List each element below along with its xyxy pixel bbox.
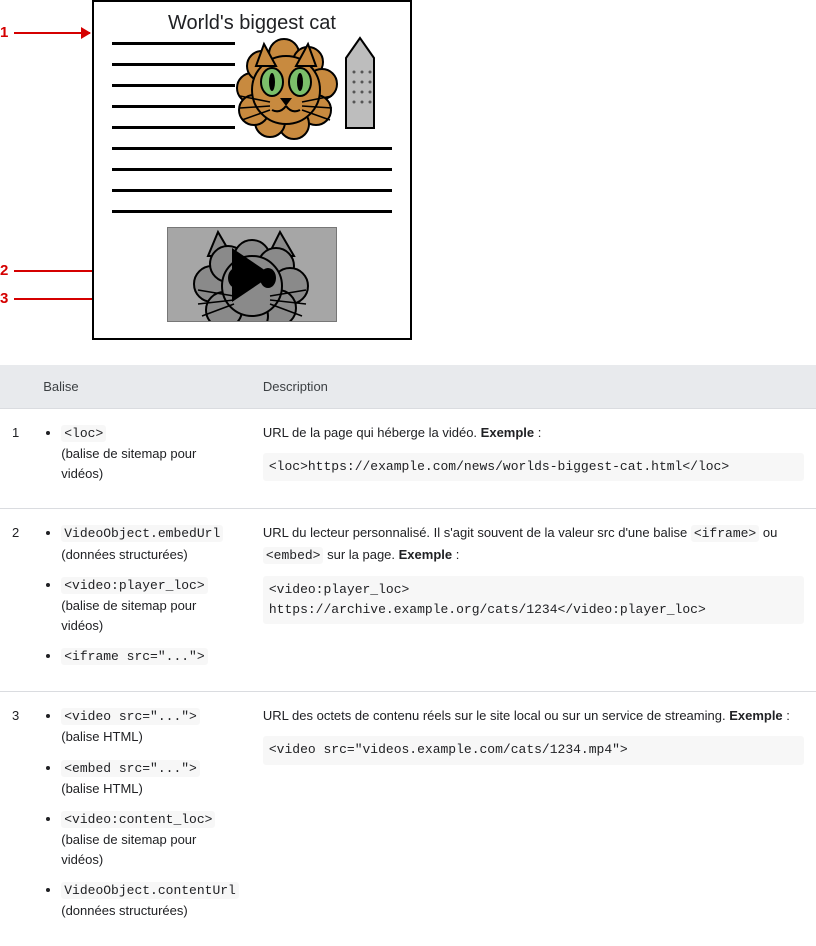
description-text: URL du lecteur personnalisé. Il s'agit s…	[263, 525, 691, 540]
annotation-2-number: 2	[0, 262, 14, 279]
description-text: URL des octets de contenu réels sur le s…	[263, 708, 729, 723]
inline-code: <iframe>	[691, 525, 759, 542]
list-item: <video:player_loc> (balise de sitemap po…	[61, 575, 239, 636]
table-row: 1 <loc> (balise de sitemap pour vidéos) …	[0, 409, 816, 509]
row-number: 2	[0, 509, 31, 692]
tag-sublabel: (balise de sitemap pour vidéos)	[61, 598, 196, 633]
example-code: <video:player_loc> https://archive.examp…	[263, 576, 804, 624]
tag-list: <video src="..."> (balise HTML) <embed s…	[43, 706, 239, 921]
list-item: VideoObject.embedUrl (données structurée…	[61, 523, 239, 564]
annotation-1-number: 1	[0, 24, 14, 41]
tag-code: VideoObject.contentUrl	[61, 882, 239, 899]
article-illustration	[222, 30, 392, 140]
list-item: <loc> (balise de sitemap pour vidéos)	[61, 423, 239, 484]
tag-code: <video src="...">	[61, 708, 200, 725]
column-header-tag: Balise	[31, 365, 251, 409]
row-number: 1	[0, 409, 31, 509]
tag-sublabel: (balise HTML)	[61, 729, 143, 744]
column-header-number	[0, 365, 31, 409]
arrow-icon	[14, 32, 90, 34]
example-label: Exemple	[729, 708, 782, 723]
tag-code: <video:content_loc>	[61, 811, 215, 828]
list-item: VideoObject.contentUrl (données structur…	[61, 880, 239, 921]
annotation-3-number: 3	[0, 290, 14, 307]
tag-sublabel: (balise de sitemap pour vidéos)	[61, 446, 196, 481]
tag-sublabel: (balise de sitemap pour vidéos)	[61, 832, 196, 867]
list-item: <video src="..."> (balise HTML)	[61, 706, 239, 747]
tag-code: VideoObject.embedUrl	[61, 525, 223, 542]
description-cell: URL de la page qui héberge la vidéo. Exe…	[251, 409, 816, 509]
example-label: Exemple	[399, 547, 452, 562]
tag-list: VideoObject.embedUrl (données structurée…	[43, 523, 239, 667]
tag-sublabel: (données structurées)	[61, 903, 187, 918]
example-label: Exemple	[481, 425, 534, 440]
tag-sublabel: (balise HTML)	[61, 781, 143, 796]
tag-code: <video:player_loc>	[61, 577, 207, 594]
inline-code: <embed>	[263, 547, 324, 564]
tag-code: <iframe src="...">	[61, 648, 207, 665]
cat-icon	[237, 39, 337, 139]
description-cell: URL des octets de contenu réels sur le s…	[251, 692, 816, 946]
reference-table: Balise Description 1 <loc> (balise de si…	[0, 365, 816, 946]
column-header-description: Description	[251, 365, 816, 409]
table-row: 3 <video src="..."> (balise HTML) <embed…	[0, 692, 816, 946]
tag-code: <embed src="...">	[61, 760, 200, 777]
diagram: 1 2 3 World's biggest cat	[0, 0, 430, 345]
play-icon	[232, 248, 272, 302]
example-code: <video src="videos.example.com/cats/1234…	[263, 736, 804, 764]
table-row: 2 VideoObject.embedUrl (données structur…	[0, 509, 816, 692]
webpage-mock: World's biggest cat	[92, 0, 412, 340]
list-item: <video:content_loc> (balise de sitemap p…	[61, 809, 239, 870]
tag-sublabel: (données structurées)	[61, 547, 187, 562]
example-code: <loc>https://example.com/news/worlds-big…	[263, 453, 804, 481]
row-number: 3	[0, 692, 31, 946]
list-item: <iframe src="...">	[61, 646, 239, 667]
description-text: URL de la page qui héberge la vidéo.	[263, 425, 481, 440]
building-icon	[346, 38, 374, 128]
video-thumbnail	[167, 227, 337, 322]
tag-list: <loc> (balise de sitemap pour vidéos)	[43, 423, 239, 484]
list-item: <embed src="..."> (balise HTML)	[61, 758, 239, 799]
description-cell: URL du lecteur personnalisé. Il s'agit s…	[251, 509, 816, 692]
tag-code: <loc>	[61, 425, 106, 442]
